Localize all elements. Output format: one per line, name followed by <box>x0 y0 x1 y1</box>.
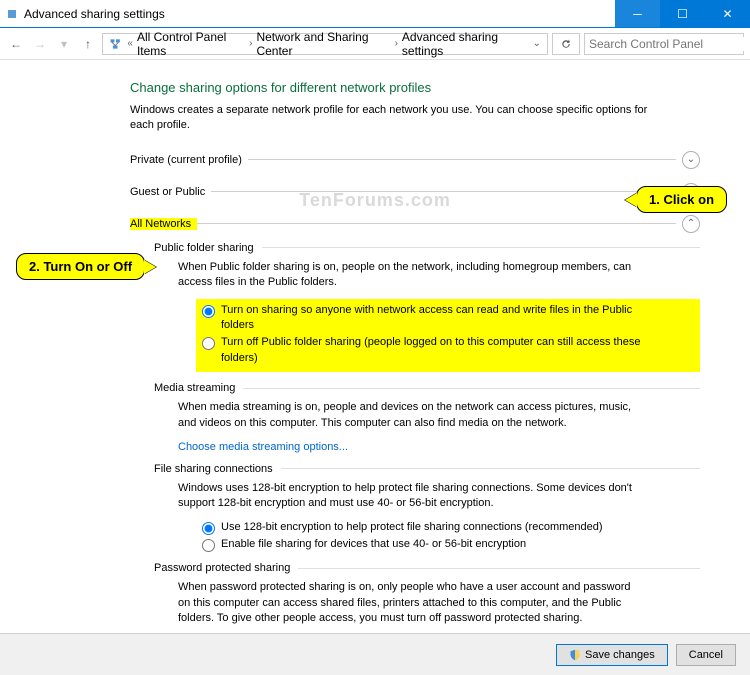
maximize-button[interactable]: ☐ <box>660 0 705 27</box>
callout-arrow-icon <box>625 193 637 207</box>
subsection-title: Password protected sharing <box>154 562 290 574</box>
media-options-link[interactable]: Choose media streaming options... <box>178 439 348 453</box>
app-icon <box>8 10 16 18</box>
cancel-button[interactable]: Cancel <box>676 644 736 666</box>
content-area: Change sharing options for different net… <box>0 60 750 667</box>
radio-label[interactable]: Use 128-bit encryption to help protect f… <box>221 520 603 535</box>
breadcrumb-item[interactable]: Network and Sharing Center <box>256 30 390 58</box>
refresh-button[interactable] <box>552 33 580 55</box>
public-folder-radio-group: Turn on sharing so anyone with network a… <box>196 299 700 373</box>
page-title: Change sharing options for different net… <box>130 80 700 95</box>
subsection-public-folder: Public folder sharing When Public folder… <box>154 242 700 372</box>
refresh-icon <box>560 38 572 50</box>
cancel-label: Cancel <box>689 649 723 661</box>
shield-icon <box>569 649 581 661</box>
breadcrumb-item[interactable]: Advanced sharing settings <box>402 30 527 58</box>
file-sharing-radio-group: Use 128-bit encryption to help protect f… <box>202 520 700 553</box>
chevron-down-icon[interactable]: ⌄ <box>682 151 700 169</box>
radio-label[interactable]: Turn off Public folder sharing (people l… <box>221 335 641 366</box>
subsection-desc: Windows uses 128-bit encryption to help … <box>178 481 638 512</box>
recent-dropdown[interactable]: ▾ <box>54 34 74 54</box>
radio-fs-128[interactable] <box>202 522 215 535</box>
minimize-button[interactable]: ─ <box>615 0 660 27</box>
radio-fs-4056[interactable] <box>202 539 215 552</box>
breadcrumb[interactable]: « All Control Panel Items › Network and … <box>102 33 548 55</box>
up-button[interactable]: ↑ <box>78 34 98 54</box>
section-title: All Networks <box>130 218 197 230</box>
titlebar: Advanced sharing settings ─ ☐ ✕ <box>0 0 750 28</box>
search-box[interactable] <box>584 33 744 55</box>
button-bar: Save changes Cancel <box>0 633 750 675</box>
subsection-desc: When Public folder sharing is on, people… <box>178 260 638 291</box>
window-title: Advanced sharing settings <box>24 7 615 21</box>
section-guest[interactable]: Guest or Public ⌄ <box>130 180 700 204</box>
subsection-title: Public folder sharing <box>154 242 254 254</box>
subsection-desc: When password protected sharing is on, o… <box>178 580 638 626</box>
subsection-title: File sharing connections <box>154 463 273 475</box>
navbar: ← → ▾ ↑ « All Control Panel Items › Netw… <box>0 28 750 60</box>
save-button[interactable]: Save changes <box>556 644 668 666</box>
breadcrumb-item[interactable]: All Control Panel Items <box>137 30 245 58</box>
search-input[interactable] <box>589 37 744 51</box>
section-title: Private (current profile) <box>130 154 248 166</box>
radio-label[interactable]: Turn on sharing so anyone with network a… <box>221 303 641 334</box>
callout-2: 2. Turn On or Off <box>16 253 145 280</box>
subsection-desc: When media streaming is on, people and d… <box>178 400 638 431</box>
chevron-icon: › <box>247 38 254 49</box>
network-icon <box>109 37 121 51</box>
radio-pf-off[interactable] <box>202 337 215 350</box>
subsection-title: Media streaming <box>154 382 235 394</box>
chevron-up-icon[interactable]: ⌃ <box>682 215 700 233</box>
save-label: Save changes <box>585 649 655 661</box>
forward-button[interactable]: → <box>30 34 50 54</box>
callout-arrow-icon <box>144 260 156 274</box>
back-button[interactable]: ← <box>6 34 26 54</box>
subsection-media: Media streaming When media streaming is … <box>154 382 700 453</box>
section-all-networks[interactable]: All Networks ⌃ <box>130 212 700 236</box>
close-button[interactable]: ✕ <box>705 0 750 27</box>
callout-1: 1. Click on <box>636 186 727 213</box>
section-private[interactable]: Private (current profile) ⌄ <box>130 148 700 172</box>
chevron-down-icon[interactable]: ⌄ <box>531 38 543 49</box>
radio-pf-on[interactable] <box>202 305 215 318</box>
page-description: Windows creates a separate network profi… <box>130 103 650 134</box>
subsection-file-sharing: File sharing connections Windows uses 12… <box>154 463 700 553</box>
chevron-icon: « <box>125 38 135 49</box>
chevron-icon: › <box>393 38 400 49</box>
radio-label[interactable]: Enable file sharing for devices that use… <box>221 537 526 552</box>
section-title: Guest or Public <box>130 186 211 198</box>
